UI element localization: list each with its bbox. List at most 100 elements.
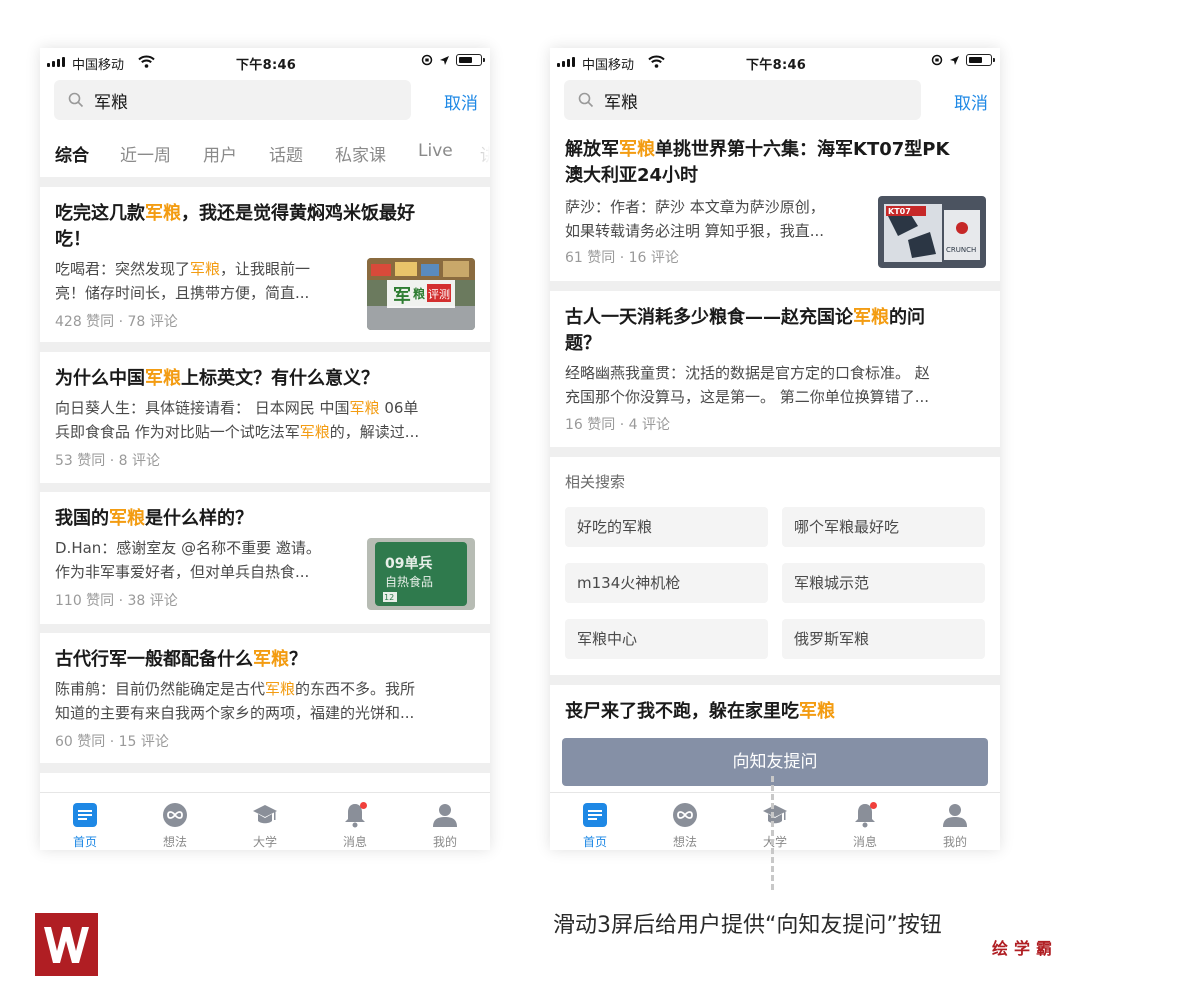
status-bar: 中国移动 下午8:46 <box>550 48 1000 76</box>
result-excerpt: 向日葵人生：具体链接请看： 日本网民 中国军粮 06单 兵即食食品 作为对比贴一… <box>55 399 420 441</box>
wifi-icon <box>648 55 665 68</box>
nav-home[interactable]: 首页 <box>40 793 130 850</box>
graduation-cap-icon <box>763 805 787 824</box>
result-excerpt: D.Han：感谢室友 @名称不重要 邀请。 作为非军事爱好者，但对单兵自热食..… <box>55 539 321 581</box>
result-card[interactable]: 古代行军一般都配备什么军粮？ 陈甫鸼：目前仍然能确定是古代军粮的东西不多。我所 … <box>40 633 490 763</box>
graduation-cap-icon <box>253 805 277 824</box>
result-title: 古代行军一般都配备什么军粮？ <box>55 649 307 670</box>
result-card[interactable]: 为什么中国军粮上标英文？有什么意义？ 向日葵人生：具体链接请看： 日本网民 中国… <box>40 352 490 483</box>
annotation-caption: 滑动3屏后给用户提供“向知友提问”按钮 <box>553 913 942 938</box>
wifi-icon <box>138 55 155 68</box>
tab-all[interactable]: 综合 <box>55 141 89 166</box>
related-search-chip[interactable]: 俄罗斯军粮 <box>782 619 985 659</box>
ideas-icon <box>673 803 697 827</box>
result-thumbnail: 军 粮 评测 <box>367 258 475 330</box>
bottom-nav: 首页 想法 大学 消息 我的 <box>550 792 1000 850</box>
carrier-label: 中国移动 <box>582 58 635 73</box>
nav-ideas[interactable]: 想法 <box>130 793 220 850</box>
nav-ideas[interactable]: 想法 <box>640 793 730 850</box>
result-thumbnail: KT07 CRUNCH <box>878 196 986 268</box>
result-title: 丧尸来了我不跑，躲在家里吃军粮 <box>565 701 835 722</box>
nav-messages[interactable]: 消息 <box>310 793 400 850</box>
nav-profile[interactable]: 我的 <box>910 793 1000 850</box>
result-meta: 428 赞同 · 78 评论 <box>55 314 178 330</box>
battery-icon <box>966 54 995 66</box>
result-excerpt: 陈甫鸼：目前仍然能确定是古代军粮的东西不多。我所 知道的主要有来自我两个家乡的两… <box>55 680 416 722</box>
svg-text:粮: 粮 <box>413 286 425 301</box>
profile-icon <box>943 804 967 827</box>
search-bar: 取消 <box>564 80 994 120</box>
profile-icon <box>433 804 457 827</box>
result-card[interactable]: 吃完这几款军粮，我还是觉得黄焖鸡米饭最好 吃！ 吃喝君：突然发现了军粮，让我眼前一… <box>40 187 490 342</box>
result-title: 解放军军粮单挑世界第十六集：海军KT07型PK 澳大利亚24小时 <box>565 139 950 186</box>
result-meta: 53 赞同 · 8 评论 <box>55 453 160 469</box>
nav-messages[interactable]: 消息 <box>820 793 910 850</box>
result-meta: 60 赞同 · 15 评论 <box>55 734 169 750</box>
annotation-connector <box>771 776 774 890</box>
result-title: 我国的军粮是什么样的？ <box>55 508 253 529</box>
cancel-button[interactable]: 取消 <box>444 89 478 114</box>
tab-fade <box>470 133 490 169</box>
result-card-partial <box>40 773 490 792</box>
related-search-chip[interactable]: 军粮城示范 <box>782 563 985 603</box>
svg-text:评测: 评测 <box>428 288 450 301</box>
cancel-button[interactable]: 取消 <box>954 89 988 114</box>
orientation-lock-icon <box>421 54 433 66</box>
result-meta: 61 赞同 · 16 评论 <box>565 250 679 266</box>
related-search-chip[interactable]: 哪个军粮最好吃 <box>782 507 985 547</box>
related-searches: 相关搜索 好吃的军粮 哪个军粮最好吃 m134火神机枪 军粮城示范 军粮中心 俄… <box>550 457 1000 675</box>
location-icon <box>950 55 959 65</box>
battery-icon <box>456 54 485 66</box>
result-title: 古人一天消耗多少粮食——赵充国论军粮的问 题？ <box>565 307 925 354</box>
related-search-chip[interactable]: 军粮中心 <box>565 619 768 659</box>
result-tabs: 综合 近一周 用户 话题 私家课 Live 讲 <box>40 133 490 169</box>
clock: 下午8:46 <box>236 58 297 73</box>
nav-university[interactable]: 大学 <box>220 793 310 850</box>
related-searches-title: 相关搜索 <box>565 473 626 491</box>
nav-home[interactable]: 首页 <box>550 793 640 850</box>
svg-text:09单兵: 09单兵 <box>385 555 432 572</box>
result-meta: 16 赞同 · 4 评论 <box>565 417 670 433</box>
carrier-label: 中国移动 <box>72 58 125 73</box>
phone-screen-right: 中国移动 下午8:46 取消 解放军军粮单挑世界第十六集：海军KT07型PK澳大… <box>550 48 1000 850</box>
search-bar: 取消 <box>54 80 484 120</box>
result-card[interactable]: 我国的军粮是什么样的？ D.Han：感谢室友 @名称不重要 邀请。 作为非军事爱… <box>40 492 490 624</box>
orientation-lock-icon <box>931 54 943 66</box>
search-results-list: 吃完这几款军粮，我还是觉得黄焖鸡米饭最好 吃！ 吃喝君：突然发现了军粮，让我眼前一… <box>40 177 490 792</box>
svg-text:军: 军 <box>393 286 411 307</box>
notification-dot <box>360 802 367 809</box>
result-excerpt: 吃喝君：突然发现了军粮，让我眼前一 亮！储存时间长，且携带方便，简直... <box>55 260 311 302</box>
tab-users[interactable]: 用户 <box>203 141 237 166</box>
phone-screen-left: 中国移动 下午8:46 取消 综合 近一周 用户 话题 私家课 Live 讲 吃… <box>40 48 490 850</box>
tab-recent-week[interactable]: 近一周 <box>120 141 171 166</box>
search-icon <box>578 92 594 108</box>
search-input[interactable] <box>94 80 394 120</box>
location-icon <box>440 55 449 65</box>
bottom-nav: 首页 想法 大学 消息 我的 <box>40 792 490 850</box>
ask-friends-button[interactable]: 向知友提问 <box>562 738 988 786</box>
related-search-chip[interactable]: m134火神机枪 <box>565 563 768 603</box>
result-card[interactable]: 古人一天消耗多少粮食——赵充国论军粮的问 题？ 经略幽燕我童贯：沈括的数据是官方定… <box>550 291 1000 447</box>
related-search-chip[interactable]: 好吃的军粮 <box>565 507 768 547</box>
clock: 下午8:46 <box>746 58 807 73</box>
tab-live[interactable]: Live <box>418 141 453 161</box>
nav-university[interactable]: 大学 <box>730 793 820 850</box>
home-icon <box>73 803 97 827</box>
nav-profile[interactable]: 我的 <box>400 793 490 850</box>
status-bar: 中国移动 下午8:46 <box>40 48 490 76</box>
svg-text:12: 12 <box>384 593 394 602</box>
result-excerpt: 经略幽燕我童贯：沈括的数据是官方定的口食标准。 赵 充国那个你没算马，这是第一。… <box>565 364 930 406</box>
brand-name: 绘学霸 <box>992 939 1059 958</box>
tab-private-lessons[interactable]: 私家课 <box>335 141 386 166</box>
svg-text:KT07: KT07 <box>888 207 911 216</box>
search-box[interactable] <box>564 80 921 120</box>
svg-text:自热食品: 自热食品 <box>385 574 433 589</box>
tab-topics[interactable]: 话题 <box>269 141 303 166</box>
search-input[interactable] <box>604 80 904 120</box>
search-box[interactable] <box>54 80 411 120</box>
notification-dot <box>870 802 877 809</box>
result-meta: 110 赞同 · 38 评论 <box>55 593 178 609</box>
result-thumbnail: 09单兵 自热食品 12 <box>367 538 475 610</box>
svg-text:CRUNCH: CRUNCH <box>946 246 976 254</box>
search-icon <box>68 92 84 108</box>
